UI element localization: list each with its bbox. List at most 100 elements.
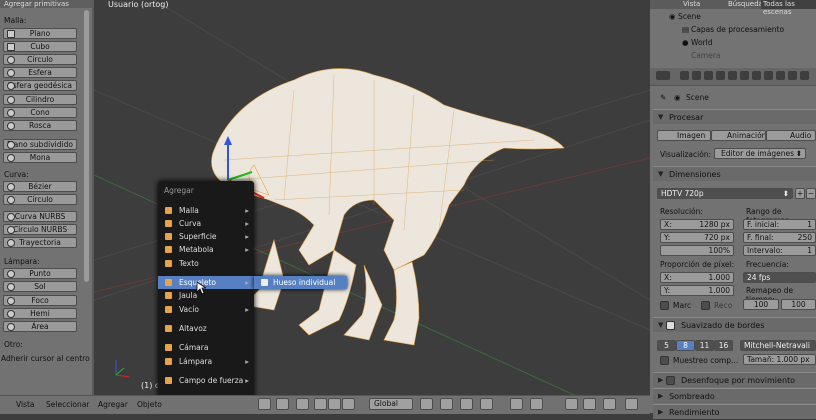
layer-icon[interactable] (510, 398, 523, 410)
shelf-button-1-4[interactable]: Trayectoria (3, 237, 77, 248)
panel-render[interactable]: ▼ Procesar (653, 109, 816, 124)
menu-item-11[interactable]: Campo de fuerza ▸ (158, 374, 254, 387)
display-select[interactable]: Editor de imágenes ⬍ (714, 148, 806, 159)
remove-preset-button[interactable]: − (806, 188, 816, 199)
aa-sample-11[interactable]: 11 (695, 340, 714, 351)
object-tab-icon[interactable] (728, 71, 737, 80)
outliner-item-scene[interactable]: Scene (678, 12, 701, 21)
menu-item-8[interactable]: Altavoz (158, 322, 254, 335)
framerate-select[interactable]: 24 fps (743, 272, 816, 283)
layers-tab-icon[interactable] (692, 71, 701, 80)
shelf-button-0-9[interactable]: Mona (3, 152, 77, 163)
menu-item-4[interactable]: Texto (158, 257, 254, 270)
frame-start-field[interactable]: F. inicial: 1 (743, 219, 816, 230)
menu-item-2[interactable]: Superficie ▸ (158, 230, 254, 243)
layer-icon[interactable] (530, 398, 543, 410)
border-checkbox[interactable] (660, 301, 669, 310)
menu-item-3[interactable]: Metabola ▸ (158, 243, 254, 256)
shelf-button-0-4[interactable]: Esfera geodésica (3, 80, 77, 91)
filter-size-field[interactable]: Tamañ: 1.000 px (743, 354, 816, 365)
shelf-button-0-5[interactable]: Cilindro (3, 94, 77, 105)
layer-icon[interactable] (480, 398, 493, 410)
panel-dimensions[interactable]: ▼ Dimensiones (653, 166, 816, 181)
shelf-button-0-8[interactable]: Plano subdividido (3, 139, 77, 150)
panel-motion-blur[interactable]: ▶ Desenfoque por movimiento (653, 372, 816, 387)
shelf-button-1-2[interactable]: Curva NURBS (3, 211, 77, 222)
orientation-select[interactable]: Global (369, 398, 413, 410)
render-tab-icon[interactable] (680, 71, 689, 80)
aa-sample-8[interactable]: 8 (676, 340, 695, 351)
constraints-tab-icon[interactable] (740, 71, 749, 80)
shelf-header[interactable]: Agregar primitivas (0, 0, 92, 8)
transform-icon[interactable] (342, 398, 355, 410)
pivot-icon[interactable] (258, 398, 271, 410)
layer-icon[interactable] (440, 398, 453, 410)
shelf-button-0-6[interactable]: Cono (3, 107, 77, 118)
menu-seleccionar[interactable]: Seleccionar (46, 400, 89, 409)
outliner-item-camera[interactable]: Camera (691, 51, 720, 60)
resolution-x-field[interactable]: X: 1280 px (660, 219, 734, 230)
frame-end-field[interactable]: F. final: 250 (743, 232, 816, 243)
shelf-button-2-4[interactable]: Área (3, 321, 77, 332)
motion-blur-checkbox[interactable] (666, 376, 675, 385)
modifiers-tab-icon[interactable] (752, 71, 761, 80)
aspect-x-field[interactable]: X: 1.000 (660, 272, 734, 283)
layer-icon[interactable] (420, 398, 433, 410)
remap-new-field[interactable]: 100 (781, 299, 816, 310)
snap-icon[interactable] (583, 398, 596, 410)
panel-antialiasing[interactable]: ▼ Suavizado de bordes (653, 317, 816, 332)
menu-item-single-bone[interactable]: Hueso individual (254, 276, 347, 289)
shelf-button-0-2[interactable]: Círculo (3, 54, 77, 65)
crop-checkbox[interactable] (701, 301, 710, 310)
menu-item-0[interactable]: Malla ▸ (158, 204, 254, 217)
outliner-item-world[interactable]: World (691, 38, 713, 47)
shelf-button-2-3[interactable]: Hemi (3, 308, 77, 319)
texture-tab-icon[interactable] (788, 71, 797, 80)
menu-item-9[interactable]: Cámara (158, 341, 254, 354)
lock-icon[interactable] (565, 398, 578, 410)
particles-tab-icon[interactable] (800, 71, 809, 80)
add-preset-button[interactable]: + (795, 188, 805, 199)
render-icon[interactable] (603, 398, 616, 410)
shelf-button-1-3[interactable]: Círculo NURBS (3, 224, 77, 235)
editor-type-icon[interactable] (656, 71, 670, 80)
full-sample-checkbox[interactable] (660, 356, 669, 365)
layer-icon[interactable] (460, 398, 473, 410)
tab-vista[interactable]: Vista (683, 0, 700, 9)
menu-agregar[interactable]: Agregar (98, 400, 128, 409)
shelf-button-2-1[interactable]: Sol (3, 281, 77, 292)
snap-cursor-center-button[interactable]: Adherir cursor al centro (1, 354, 90, 363)
outliner-item-render-layers[interactable]: Capas de procesamiento (691, 25, 784, 34)
translate-icon[interactable] (296, 398, 309, 410)
shelf-button-2-0[interactable]: Punto (3, 268, 77, 279)
render-audio-button[interactable]: Audio (766, 130, 816, 141)
resolution-y-field[interactable]: Y: 720 px (660, 232, 734, 243)
menu-item-7[interactable]: Vacío ▸ (158, 303, 254, 316)
shelf-button-0-1[interactable]: Cubo (3, 41, 77, 52)
material-tab-icon[interactable] (776, 71, 785, 80)
render-preset-select[interactable]: HDTV 720p ⬍ (657, 188, 793, 199)
menu-vista[interactable]: Vista (16, 400, 35, 409)
menu-item-1[interactable]: Curva ▸ (158, 217, 254, 230)
menu-objeto[interactable]: Objeto (137, 400, 162, 409)
aa-sample-5[interactable]: 5 (657, 340, 676, 351)
resolution-percentage-field[interactable]: 100% (660, 245, 734, 256)
render-animation-button[interactable]: Animación (711, 130, 766, 141)
shelf-button-1-0[interactable]: Bézier (3, 181, 77, 192)
remap-old-field[interactable]: 100 (743, 299, 779, 310)
world-tab-icon[interactable] (716, 71, 725, 80)
shelf-button-2-2[interactable]: Foco (3, 295, 77, 306)
aa-filter-select[interactable]: Mitchell-Netravali (740, 340, 816, 351)
frame-step-field[interactable]: Intervalo: 1 (743, 245, 816, 256)
render-image-button[interactable]: Imagen (657, 130, 711, 141)
aspect-y-field[interactable]: Y: 1.000 (660, 285, 734, 296)
rotate-icon[interactable] (314, 398, 327, 410)
tab-busqueda[interactable]: Búsqueda (728, 0, 763, 9)
camera-icon[interactable] (625, 398, 638, 410)
pin-icon[interactable]: ✎ (660, 93, 666, 102)
menu-item-10[interactable]: Lámpara ▸ (158, 355, 254, 368)
manipulator-icon[interactable] (276, 398, 289, 410)
shelf-button-0-7[interactable]: Rosca (3, 120, 77, 131)
panel-performance[interactable]: ▶ Rendimiento (653, 404, 816, 419)
scale-icon[interactable] (328, 398, 341, 410)
